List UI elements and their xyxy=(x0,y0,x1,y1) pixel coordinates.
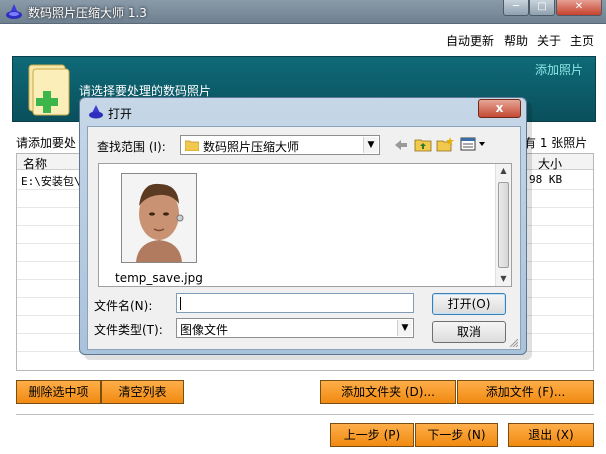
photo-count: 有 1 张照片 xyxy=(524,136,588,150)
resize-grip-icon[interactable] xyxy=(508,337,518,347)
lookin-label: 查找范围 (I): xyxy=(97,140,166,154)
filename-label: 文件名(N): xyxy=(94,299,153,313)
minimize-button[interactable]: ─ xyxy=(503,0,529,16)
file-browser-pane[interactable]: temp_save.jpg ▲ ▼ xyxy=(98,163,512,287)
app-icon xyxy=(89,105,103,119)
scroll-up-icon[interactable]: ▲ xyxy=(496,164,511,178)
filetype-value: 图像文件 xyxy=(180,323,229,337)
filetype-label: 文件类型(T): xyxy=(94,323,163,337)
photo-thumbnail-icon xyxy=(122,174,196,262)
filetype-dropdown[interactable]: 图像文件 ▼ xyxy=(176,318,414,338)
menu-auto-update[interactable]: 自动更新 xyxy=(446,32,494,49)
filename-input[interactable] xyxy=(176,293,414,313)
separator xyxy=(16,414,594,415)
close-icon: x xyxy=(495,101,504,115)
cancel-button[interactable]: 取消 xyxy=(432,321,506,343)
menu-homepage[interactable]: 主页 xyxy=(570,32,594,49)
open-button[interactable]: 打开(O) xyxy=(432,293,506,315)
add-folder-icon xyxy=(28,64,70,116)
back-arrow-icon[interactable] xyxy=(392,137,410,153)
open-file-dialog: 打开 x 查找范围 (I): 数码照片压缩大师 ▼ temp_save.jpg … xyxy=(79,97,527,355)
add-file-button[interactable]: 添加文件 (F)... xyxy=(457,380,594,404)
menu-help[interactable]: 帮助 xyxy=(504,32,528,49)
folder-icon xyxy=(185,140,199,151)
file-thumbnail[interactable] xyxy=(121,173,197,263)
up-folder-icon[interactable] xyxy=(414,136,432,152)
file-path: E:\安装包\ xyxy=(21,175,81,188)
chevron-down-icon[interactable]: ▼ xyxy=(397,320,412,336)
exit-button[interactable]: 退出 (X) xyxy=(508,423,594,447)
prev-step-button[interactable]: 上一步 (P) xyxy=(330,423,414,447)
new-folder-icon[interactable] xyxy=(436,136,454,152)
file-name-label[interactable]: temp_save.jpg xyxy=(115,271,203,285)
dialog-close-button[interactable]: x xyxy=(478,99,521,118)
add-photo-link[interactable]: 添加照片 xyxy=(535,61,583,78)
maximize-button[interactable]: □ xyxy=(529,0,555,16)
view-menu-icon[interactable] xyxy=(460,136,488,152)
scrollbar-thumb[interactable] xyxy=(498,182,509,268)
list-instruction: 请添加要处 xyxy=(16,136,77,150)
menu-about[interactable]: 关于 xyxy=(537,32,561,49)
app-icon xyxy=(6,4,22,19)
window-title: 数码照片压缩大师 1.3 xyxy=(28,6,147,20)
scroll-down-icon[interactable]: ▼ xyxy=(496,272,511,286)
lookin-dropdown[interactable]: 数码照片压缩大师 ▼ xyxy=(180,135,380,155)
clear-list-button[interactable]: 清空列表 xyxy=(101,380,184,404)
file-size: 98 KB xyxy=(529,173,563,186)
delete-selected-button[interactable]: 删除选中项 xyxy=(16,380,101,404)
title-bar: 数码照片压缩大师 1.3 ─ □ ✕ xyxy=(0,0,606,24)
add-folder-button[interactable]: 添加文件夹 (D)... xyxy=(320,380,456,404)
menu-bar: 自动更新 帮助 关于 主页 xyxy=(0,24,606,54)
chevron-down-icon[interactable]: ▼ xyxy=(363,137,378,153)
column-name[interactable]: 名称 xyxy=(23,155,47,172)
dialog-title: 打开 xyxy=(108,107,133,121)
vertical-scrollbar[interactable]: ▲ ▼ xyxy=(495,164,511,286)
lookin-value: 数码照片压缩大师 xyxy=(203,140,300,154)
dialog-body: 查找范围 (I): 数码照片压缩大师 ▼ temp_save.jpg ▲ ▼ 文… xyxy=(87,126,521,350)
close-button[interactable]: ✕ xyxy=(556,0,602,16)
next-step-button[interactable]: 下一步 (N) xyxy=(415,423,498,447)
text-caret xyxy=(180,297,181,310)
